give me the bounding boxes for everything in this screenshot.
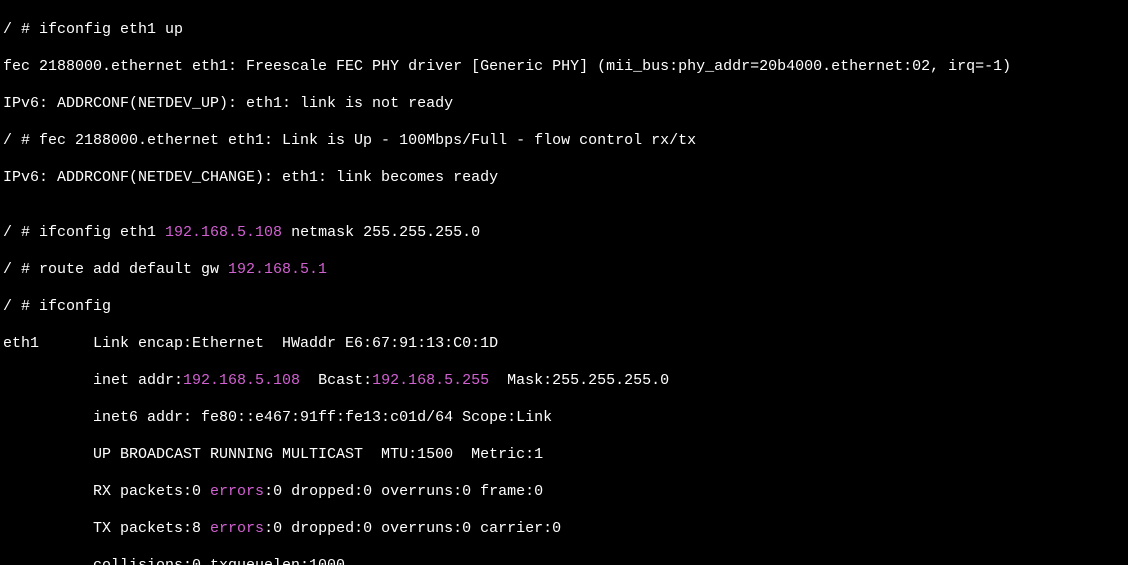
terminal-line: / # ifconfig eth1 192.168.5.108 netmask … bbox=[3, 224, 1125, 243]
text: Bcast: bbox=[300, 372, 372, 389]
terminal-line: RX packets:0 errors:0 dropped:0 overruns… bbox=[3, 483, 1125, 502]
text: UP BROADCAST RUNNING MULTICAST MTU:1500 … bbox=[3, 446, 543, 463]
ip-address: 192.168.5.255 bbox=[372, 372, 489, 389]
text: fec 2188000.ethernet eth1: Freescale FEC… bbox=[3, 58, 1011, 75]
terminal-line: / # fec 2188000.ethernet eth1: Link is U… bbox=[3, 132, 1125, 151]
text: eth1 Link encap:Ethernet HWaddr E6:67:91… bbox=[3, 335, 498, 352]
ip-address: 192.168.5.108 bbox=[183, 372, 300, 389]
terminal-line: / # route add default gw 192.168.5.1 bbox=[3, 261, 1125, 280]
terminal-line: inet addr:192.168.5.108 Bcast:192.168.5.… bbox=[3, 372, 1125, 391]
text: / # fec 2188000.ethernet eth1: Link is U… bbox=[3, 132, 696, 149]
terminal-line: fec 2188000.ethernet eth1: Freescale FEC… bbox=[3, 58, 1125, 77]
terminal-line: UP BROADCAST RUNNING MULTICAST MTU:1500 … bbox=[3, 446, 1125, 465]
terminal-output[interactable]: / # ifconfig eth1 up fec 2188000.etherne… bbox=[0, 0, 1128, 565]
text: / # route add default gw bbox=[3, 261, 228, 278]
text: collisions:0 txqueuelen:1000 bbox=[3, 557, 345, 565]
text: / # ifconfig eth1 up bbox=[3, 21, 183, 38]
text: inet6 addr: fe80::e467:91ff:fe13:c01d/64… bbox=[3, 409, 552, 426]
text: RX packets:0 bbox=[3, 483, 210, 500]
terminal-line: / # ifconfig bbox=[3, 298, 1125, 317]
text: TX packets:8 bbox=[3, 520, 210, 537]
text: IPv6: ADDRCONF(NETDEV_UP): eth1: link is… bbox=[3, 95, 453, 112]
text: :0 dropped:0 overruns:0 carrier:0 bbox=[264, 520, 561, 537]
terminal-line: / # ifconfig eth1 up bbox=[3, 21, 1125, 40]
terminal-line: collisions:0 txqueuelen:1000 bbox=[3, 557, 1125, 565]
terminal-line: TX packets:8 errors:0 dropped:0 overruns… bbox=[3, 520, 1125, 539]
ip-address: 192.168.5.1 bbox=[228, 261, 327, 278]
text: :0 dropped:0 overruns:0 frame:0 bbox=[264, 483, 543, 500]
text: netmask 255.255.255.0 bbox=[282, 224, 480, 241]
terminal-line: inet6 addr: fe80::e467:91ff:fe13:c01d/64… bbox=[3, 409, 1125, 428]
ip-address: 192.168.5.108 bbox=[165, 224, 282, 241]
terminal-line: IPv6: ADDRCONF(NETDEV_UP): eth1: link is… bbox=[3, 95, 1125, 114]
terminal-line: IPv6: ADDRCONF(NETDEV_CHANGE): eth1: lin… bbox=[3, 169, 1125, 188]
errors-label: errors bbox=[210, 483, 264, 500]
text: / # ifconfig bbox=[3, 298, 111, 315]
errors-label: errors bbox=[210, 520, 264, 537]
terminal-line: eth1 Link encap:Ethernet HWaddr E6:67:91… bbox=[3, 335, 1125, 354]
text: Mask:255.255.255.0 bbox=[489, 372, 669, 389]
text: IPv6: ADDRCONF(NETDEV_CHANGE): eth1: lin… bbox=[3, 169, 498, 186]
text: inet addr: bbox=[3, 372, 183, 389]
text: / # ifconfig eth1 bbox=[3, 224, 165, 241]
